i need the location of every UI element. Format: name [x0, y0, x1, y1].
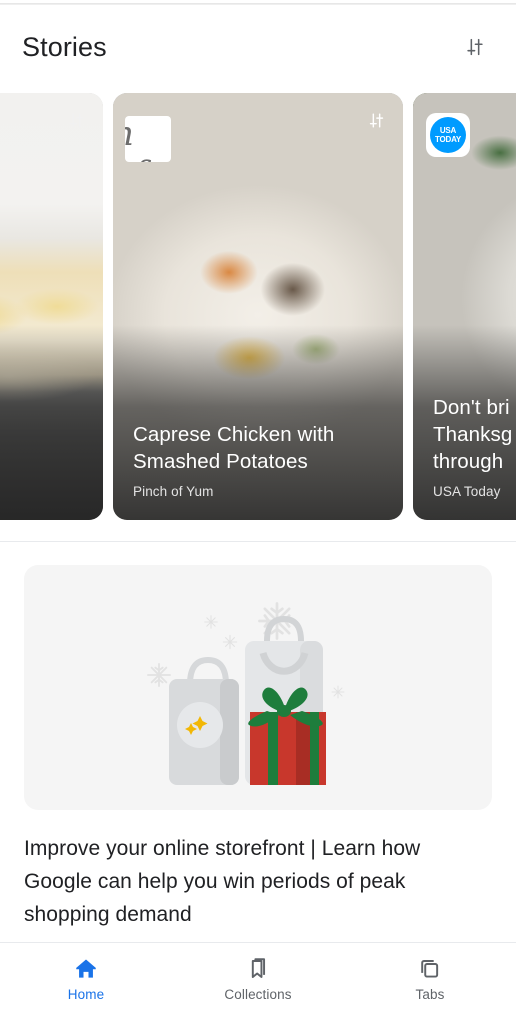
ad-headline: Improve your online storefront | Learn h… [24, 837, 421, 926]
nav-item-collections[interactable]: Collections [172, 956, 344, 1002]
stories-carousel[interactable]: uten- ayside n of [0, 93, 516, 520]
ad-illustration [24, 565, 492, 810]
nav-item-home[interactable]: Home [0, 956, 172, 1002]
page-header: Stories [0, 8, 516, 86]
publisher-badge: USA TODAY [426, 113, 470, 157]
nav-label-collections: Collections [224, 987, 292, 1002]
usa-today-icon: USA TODAY [430, 117, 466, 153]
nav-label-home: Home [67, 987, 105, 1002]
story-text: Don't bri Thanksg through USA Today [433, 394, 516, 499]
pinch-of-yum-icon: n of [125, 116, 171, 162]
stories-screen: Stories Caprese Chicken with Smashed Pot… [0, 0, 516, 1024]
page-title: Stories [22, 31, 107, 62]
nav-label-tabs: Tabs [415, 987, 445, 1002]
holiday-shopping-illustration [147, 602, 345, 785]
story-title: Don't bri Thanksg through [433, 396, 513, 473]
story-text: Caprese Chicken with Smashed Potatoes Pi… [133, 421, 389, 499]
story-source: USA Today [433, 484, 501, 499]
story-card[interactable]: uten- ayside [0, 93, 103, 520]
section-divider [0, 541, 516, 542]
tune-icon [69, 112, 83, 128]
story-source: Pinch of Yum [133, 484, 214, 499]
tune-icon [369, 112, 383, 128]
usa-today-line2: TODAY [434, 135, 462, 144]
bottom-navigation: Home Collections Tabs [0, 942, 516, 1024]
story-title: uten- ayside [0, 445, 89, 499]
story-card[interactable]: n of Caprese Chicken with Smashed Potat [113, 93, 403, 520]
home-icon [76, 959, 96, 978]
tune-button[interactable] [456, 28, 494, 66]
bookmarks-icon [251, 958, 266, 978]
top-divider [0, 3, 516, 5]
usa-today-line1: USA [439, 126, 457, 135]
story-text: uten- ayside [0, 445, 89, 499]
story-tune-button[interactable] [61, 105, 91, 135]
tune-icon [467, 38, 483, 56]
ad-card[interactable]: Improve your online storefront | Learn h… [0, 560, 516, 931]
story-card[interactable]: USA TODAY Don't bri Thanksg through USA … [413, 93, 516, 520]
nav-item-tabs[interactable]: Tabs [344, 956, 516, 1002]
story-tune-button[interactable] [361, 105, 391, 135]
story-title: Caprese Chicken with Smashed Potatoes [133, 423, 335, 473]
tabs-icon [421, 960, 439, 978]
publisher-badge: n of [125, 116, 171, 162]
